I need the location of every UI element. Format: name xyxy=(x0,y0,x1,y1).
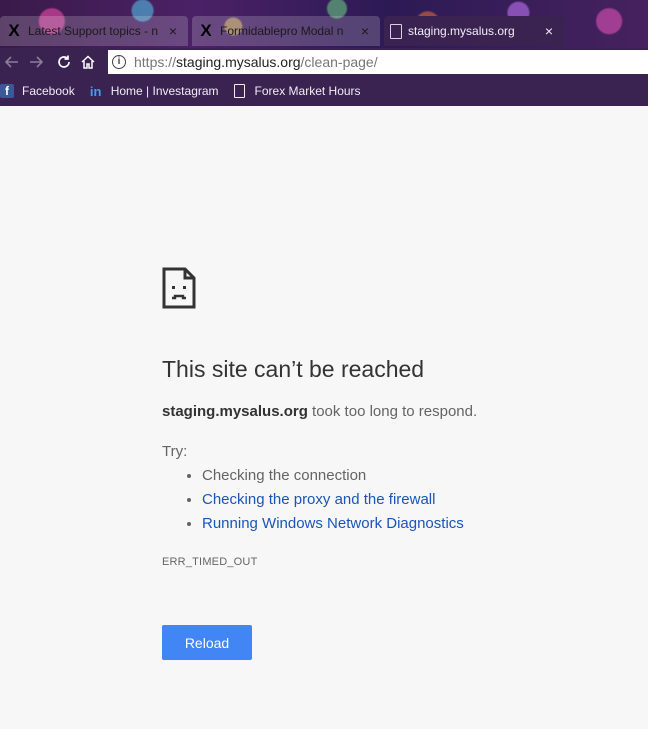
bookmark-label: Forex Market Hours xyxy=(254,84,361,98)
try-label: Try: xyxy=(162,443,188,460)
tab-strip: X Latest Support topics - n × X Formidab… xyxy=(0,0,648,48)
facebook-icon: f xyxy=(0,84,14,98)
error-description: staging.mysalus.org took too long to res… xyxy=(162,403,477,420)
url-scheme: https:// xyxy=(134,54,177,70)
home-button[interactable] xyxy=(76,50,100,74)
suggestion-item: Running Windows Network Diagnostics xyxy=(202,512,464,536)
url-host: staging.mysalus.org xyxy=(176,54,301,70)
tab-formidablepro-modal[interactable]: X Formidablepro Modal n × xyxy=(192,16,380,46)
tab-staging-mysalus[interactable]: staging.mysalus.org × xyxy=(384,16,564,46)
x-icon: X xyxy=(200,21,212,40)
reload-toolbar-button[interactable] xyxy=(52,50,76,74)
browser-frame: X Latest Support topics - n × X Formidab… xyxy=(0,0,648,106)
forward-button[interactable] xyxy=(24,50,48,74)
close-icon[interactable]: × xyxy=(542,24,556,38)
tab-latest-support-topics[interactable]: X Latest Support topics - n × xyxy=(0,16,188,46)
back-button[interactable] xyxy=(0,50,24,74)
error-description-suffix: took too long to respond. xyxy=(307,403,478,420)
tab-title: staging.mysalus.org xyxy=(408,24,515,38)
suggestion-proxy-firewall-link[interactable]: Checking the proxy and the firewall xyxy=(202,491,435,508)
bookmark-label: Facebook xyxy=(22,84,75,98)
suggestion-item: Checking the proxy and the firewall xyxy=(202,488,464,512)
tab-title: Latest Support topics - n xyxy=(28,24,159,38)
close-icon[interactable]: × xyxy=(166,24,180,38)
url-path: /clean-page/ xyxy=(300,54,378,70)
error-code: ERR_TIMED_OUT xyxy=(162,556,258,568)
address-bar[interactable]: i https:// staging.mysalus.org /clean-pa… xyxy=(108,50,648,74)
bookmark-investagram[interactable]: in Home | Investagram xyxy=(89,83,219,99)
reload-button[interactable]: Reload xyxy=(162,625,252,660)
arrow-right-icon xyxy=(30,56,44,68)
document-icon xyxy=(233,84,247,98)
arrow-left-icon xyxy=(4,56,18,68)
bookmarks-bar: f Facebook in Home | Investagram Forex M… xyxy=(0,76,648,106)
tab-title: Formidablepro Modal n xyxy=(220,24,344,38)
error-host: staging.mysalus.org xyxy=(162,403,308,420)
close-icon[interactable]: × xyxy=(358,24,372,38)
home-icon xyxy=(81,55,95,69)
suggestions-list: Checking the connection Checking the pro… xyxy=(162,464,464,536)
suggestion-item: Checking the connection xyxy=(202,464,464,488)
suggestion-check-connection: Checking the connection xyxy=(202,467,367,484)
bookmark-forex-market-hours[interactable]: Forex Market Hours xyxy=(233,84,361,98)
refresh-icon xyxy=(58,55,70,68)
suggestion-network-diagnostics-link[interactable]: Running Windows Network Diagnostics xyxy=(202,515,464,532)
document-icon xyxy=(390,23,402,39)
bookmark-facebook[interactable]: f Facebook xyxy=(0,84,75,98)
info-icon[interactable]: i xyxy=(112,55,126,69)
sad-page-icon xyxy=(162,267,196,309)
error-title: This site can’t be reached xyxy=(162,356,425,382)
toolbar: i https:// staging.mysalus.org /clean-pa… xyxy=(0,48,648,76)
investagram-icon: in xyxy=(89,83,102,99)
x-icon: X xyxy=(8,21,20,40)
bookmark-label: Home | Investagram xyxy=(110,84,219,98)
error-page: This site can’t be reached staging.mysal… xyxy=(0,106,648,729)
